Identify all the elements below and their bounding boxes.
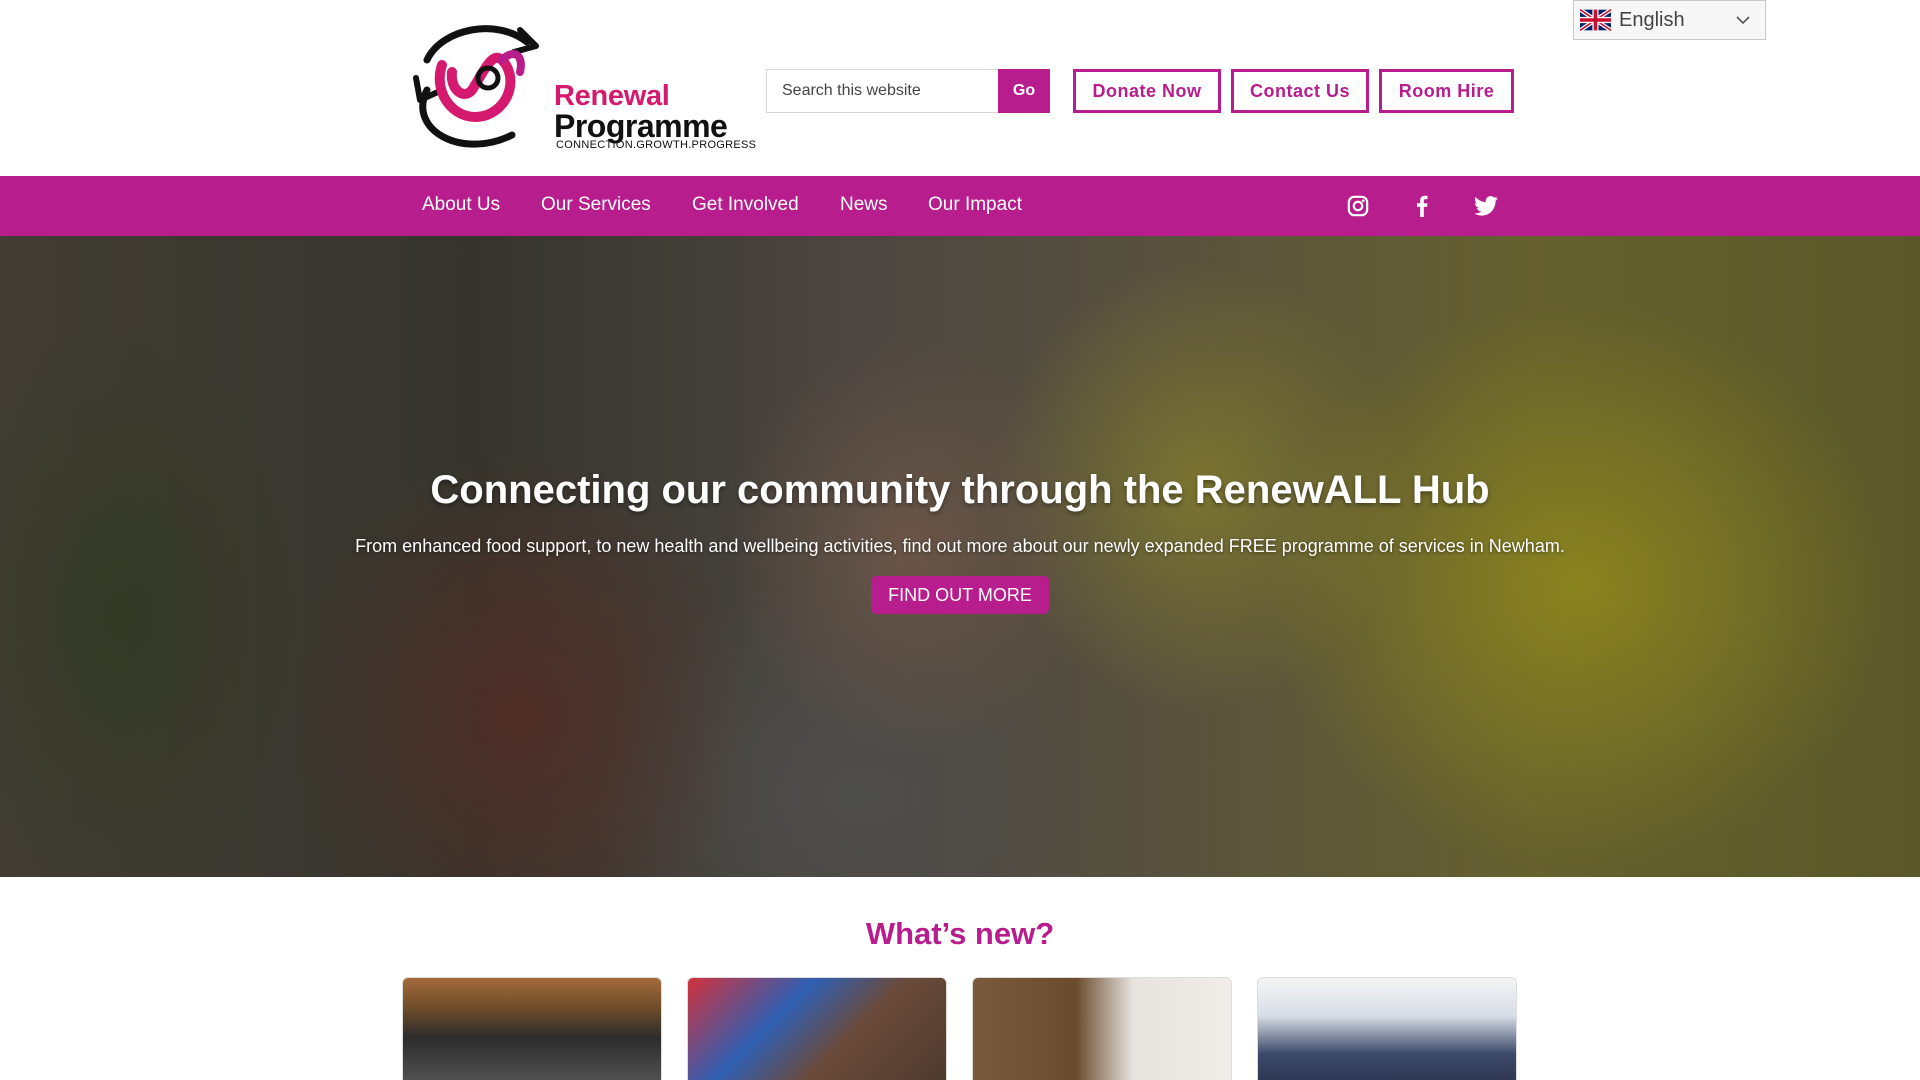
twitter-icon[interactable] (1473, 193, 1499, 219)
nav-item-news[interactable]: News (840, 194, 888, 216)
donate-now-button[interactable]: Donate Now (1073, 69, 1221, 113)
language-label: English (1619, 8, 1685, 31)
uk-flag-icon (1580, 9, 1611, 31)
search-go-button[interactable]: Go (998, 69, 1050, 113)
language-selector[interactable]: English (1573, 0, 1766, 40)
nav-item-our-impact[interactable]: Our Impact (928, 194, 1022, 216)
nav-item-get-involved[interactable]: Get Involved (692, 194, 799, 216)
contact-us-button[interactable]: Contact Us (1231, 69, 1369, 113)
main-nav: About Us Our Services Get Involved News … (0, 176, 1920, 236)
room-hire-button[interactable]: Room Hire (1379, 69, 1514, 113)
site-logo[interactable]: Renewal Programme CONNECTION.GROWTH.PROG… (402, 20, 756, 160)
whats-new-heading: What’s new? (865, 916, 1055, 951)
hero-title: Connecting our community through the Ren… (430, 468, 1490, 512)
news-card-image[interactable] (972, 977, 1232, 1080)
nav-item-about-us[interactable]: About Us (422, 194, 500, 216)
find-out-more-button[interactable]: FIND OUT MORE (871, 576, 1049, 614)
news-card-image[interactable] (687, 977, 947, 1080)
hero-banner: Connecting our community through the Ren… (0, 236, 1920, 877)
search-form: Go (766, 69, 1050, 113)
brand-name-second-line: Programme (554, 108, 728, 144)
news-card-image[interactable] (402, 977, 662, 1080)
chevron-down-icon (1736, 16, 1750, 25)
logo-mark-icon (413, 25, 539, 148)
facebook-icon[interactable] (1409, 193, 1435, 219)
brand-name: Renewal (554, 80, 670, 112)
instagram-icon[interactable] (1345, 193, 1371, 219)
search-input[interactable] (766, 69, 998, 113)
news-card-image[interactable] (1257, 977, 1517, 1080)
hero-subtitle: From enhanced food support, to new healt… (355, 536, 1565, 556)
nav-item-our-services[interactable]: Our Services (541, 194, 651, 216)
brand-tagline: CONNECTION.GROWTH.PROGRESS (556, 139, 757, 151)
